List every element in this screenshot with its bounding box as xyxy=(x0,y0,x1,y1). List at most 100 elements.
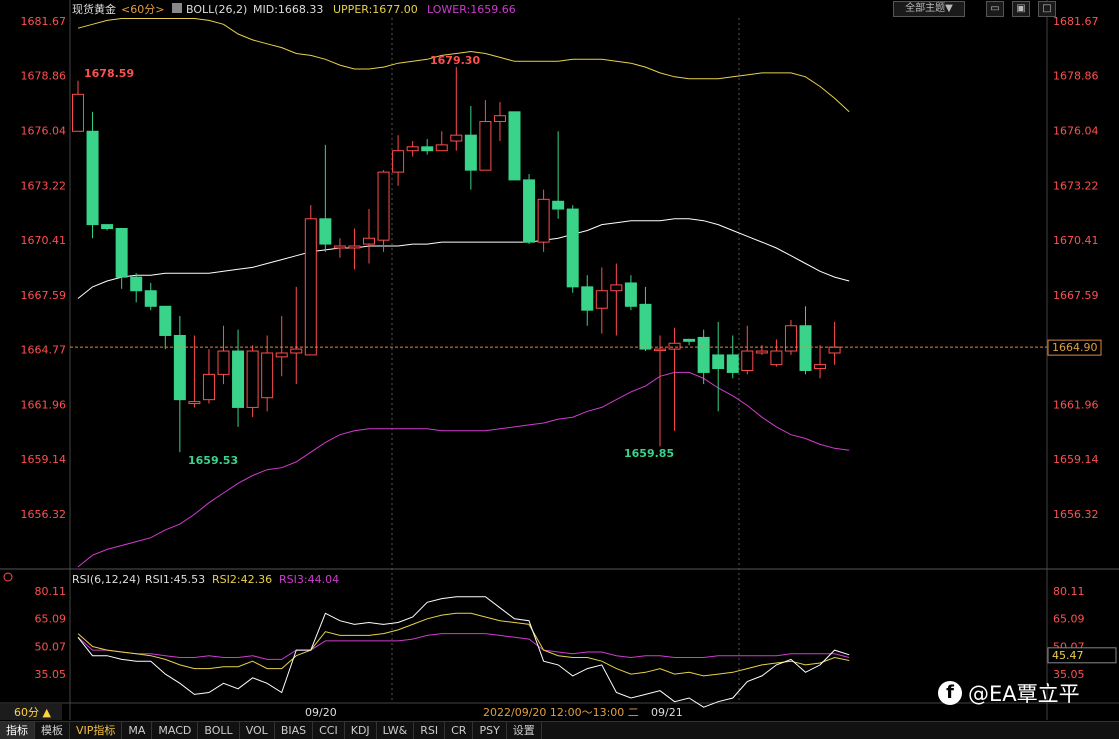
candle-body xyxy=(363,237,375,245)
boll-upper: UPPER:1677.00 xyxy=(333,3,418,16)
candle-body xyxy=(86,130,99,226)
minimize-icon[interactable]: ▭ xyxy=(986,1,1004,17)
boll-lower: LOWER:1659.66 xyxy=(427,3,516,16)
price-tick-left: 1664.77 xyxy=(21,344,67,357)
rsi-current-label: 45.47 xyxy=(1052,649,1084,662)
price-tick-left: 1673.22 xyxy=(21,179,67,192)
candle-body xyxy=(610,284,623,292)
price-tick-right: 1678.86 xyxy=(1053,70,1099,83)
candle-body xyxy=(814,364,827,370)
candle-body xyxy=(377,171,390,241)
period-label[interactable]: <60分> xyxy=(121,3,164,16)
candle-body xyxy=(130,276,143,292)
candle-body xyxy=(639,303,652,350)
candle-body xyxy=(173,334,186,401)
rsi2-line xyxy=(77,612,850,677)
boll-label: BOLL(26,2) xyxy=(186,3,247,16)
price-tick-right: 1673.22 xyxy=(1053,179,1099,192)
candle-body xyxy=(537,198,550,243)
candle-body xyxy=(464,134,477,171)
candle-body xyxy=(755,350,768,354)
candle-body xyxy=(232,350,245,408)
tab-12[interactable]: CR xyxy=(445,722,474,739)
facebook-icon: f xyxy=(938,681,962,705)
rsi-lines xyxy=(77,596,850,708)
candle-body xyxy=(726,354,739,373)
candle-body xyxy=(217,350,230,375)
rsi-tick-left: 65.09 xyxy=(35,613,67,626)
candle-body xyxy=(552,200,565,210)
rsi-settings-icon[interactable] xyxy=(3,572,13,582)
high-annotation-mid: 1679.30 xyxy=(430,54,480,67)
tab-4[interactable]: MACD xyxy=(152,722,199,739)
rsi3-line xyxy=(77,633,850,660)
boll-mid: MID:1668.33 xyxy=(253,3,323,16)
tab-1[interactable]: 模板 xyxy=(35,722,70,739)
candle-body xyxy=(697,336,710,373)
candle-body xyxy=(668,342,681,350)
candle-body xyxy=(319,218,332,245)
rsi-tick-left: 50.07 xyxy=(35,640,67,653)
tab-6[interactable]: VOL xyxy=(240,722,275,739)
low-annotation-right: 1659.85 xyxy=(624,447,674,460)
rsi2-value: RSI2:42.36 xyxy=(212,573,272,586)
rsi-tick-left: 35.05 xyxy=(35,668,67,681)
tab-5[interactable]: BOLL xyxy=(198,722,240,739)
candlesticks xyxy=(72,67,841,453)
tab-7[interactable]: BIAS xyxy=(275,722,314,739)
rsi-axis: 80.11 80.1165.09 65.0950.07 50.0735.05 35.05 xyxy=(35,585,1085,681)
candle-body xyxy=(101,224,114,230)
candle-body xyxy=(304,218,317,356)
candle-body xyxy=(333,245,346,249)
indicator-icon[interactable] xyxy=(172,3,182,13)
tab-10[interactable]: LW& xyxy=(377,722,415,739)
tab-0[interactable]: 指标 xyxy=(0,722,35,739)
candle-body xyxy=(392,150,405,173)
price-tick-right: 1667.59 xyxy=(1053,289,1099,302)
period-selector-label[interactable]: 60分 ▲ xyxy=(14,706,51,719)
tab-13[interactable]: PSY xyxy=(473,722,507,739)
tab-11[interactable]: RSI xyxy=(414,722,446,739)
candle-body xyxy=(406,146,419,152)
price-tick-left: 1661.96 xyxy=(21,398,67,411)
theme-dropdown[interactable]: 全部主题▼ xyxy=(893,1,965,17)
restore-icon[interactable]: ▣ xyxy=(1012,1,1030,17)
chart-canvas[interactable]: 1681.67 1681.67 1678.86 1678.86 1676.04 1676.… xyxy=(0,0,1119,738)
tab-9[interactable]: KDJ xyxy=(345,722,377,739)
price-tick-right: 1659.14 xyxy=(1053,453,1099,466)
candle-body xyxy=(246,350,259,408)
date-label-1: 09/20 xyxy=(305,706,337,719)
candle-body xyxy=(741,350,754,371)
current-price-label: 1664.90 xyxy=(1052,341,1098,354)
rsi-tick-right: 65.09 xyxy=(1053,613,1085,626)
tab-8[interactable]: CCI xyxy=(313,722,345,739)
rsi-tick-right: 80.11 xyxy=(1053,585,1085,598)
price-tick-left: 1678.86 xyxy=(21,70,67,83)
price-tick-right: 1681.67 xyxy=(1053,15,1099,28)
crosshair-time-label: 2022/09/20 12:00～13:00 二 xyxy=(483,706,639,719)
date-label-2: 09/21 xyxy=(651,706,683,719)
price-tick-right: 1670.41 xyxy=(1053,234,1099,247)
candle-body xyxy=(581,286,594,311)
tab-2[interactable]: VIP指标 xyxy=(70,722,123,739)
price-axis: 1681.67 1681.67 1678.86 1678.86 1676.04 1676.… xyxy=(21,15,1099,521)
candle-body xyxy=(479,121,492,171)
candle-body xyxy=(508,111,521,181)
tab-14[interactable]: 设置 xyxy=(507,722,542,739)
candle-body xyxy=(566,208,579,288)
rsi1-value: RSI1:45.53 xyxy=(145,573,205,586)
maximize-icon[interactable]: □ xyxy=(1038,1,1056,17)
price-tick-left: 1676.04 xyxy=(21,124,67,137)
candle-body xyxy=(72,93,84,132)
price-tick-left: 1681.67 xyxy=(21,15,67,28)
candle-body xyxy=(654,348,666,352)
candle-body xyxy=(348,245,361,249)
rsi-title: RSI(6,12,24) xyxy=(72,573,140,586)
boll-mid-line xyxy=(77,218,850,299)
price-tick-left: 1670.41 xyxy=(21,234,67,247)
price-tick-left: 1667.59 xyxy=(21,289,67,302)
tab-3[interactable]: MA xyxy=(122,722,153,739)
candle-body xyxy=(115,228,128,278)
watermark: f @EA覃立平 xyxy=(938,678,1080,708)
rsi3-value: RSI3:44.04 xyxy=(279,573,339,586)
